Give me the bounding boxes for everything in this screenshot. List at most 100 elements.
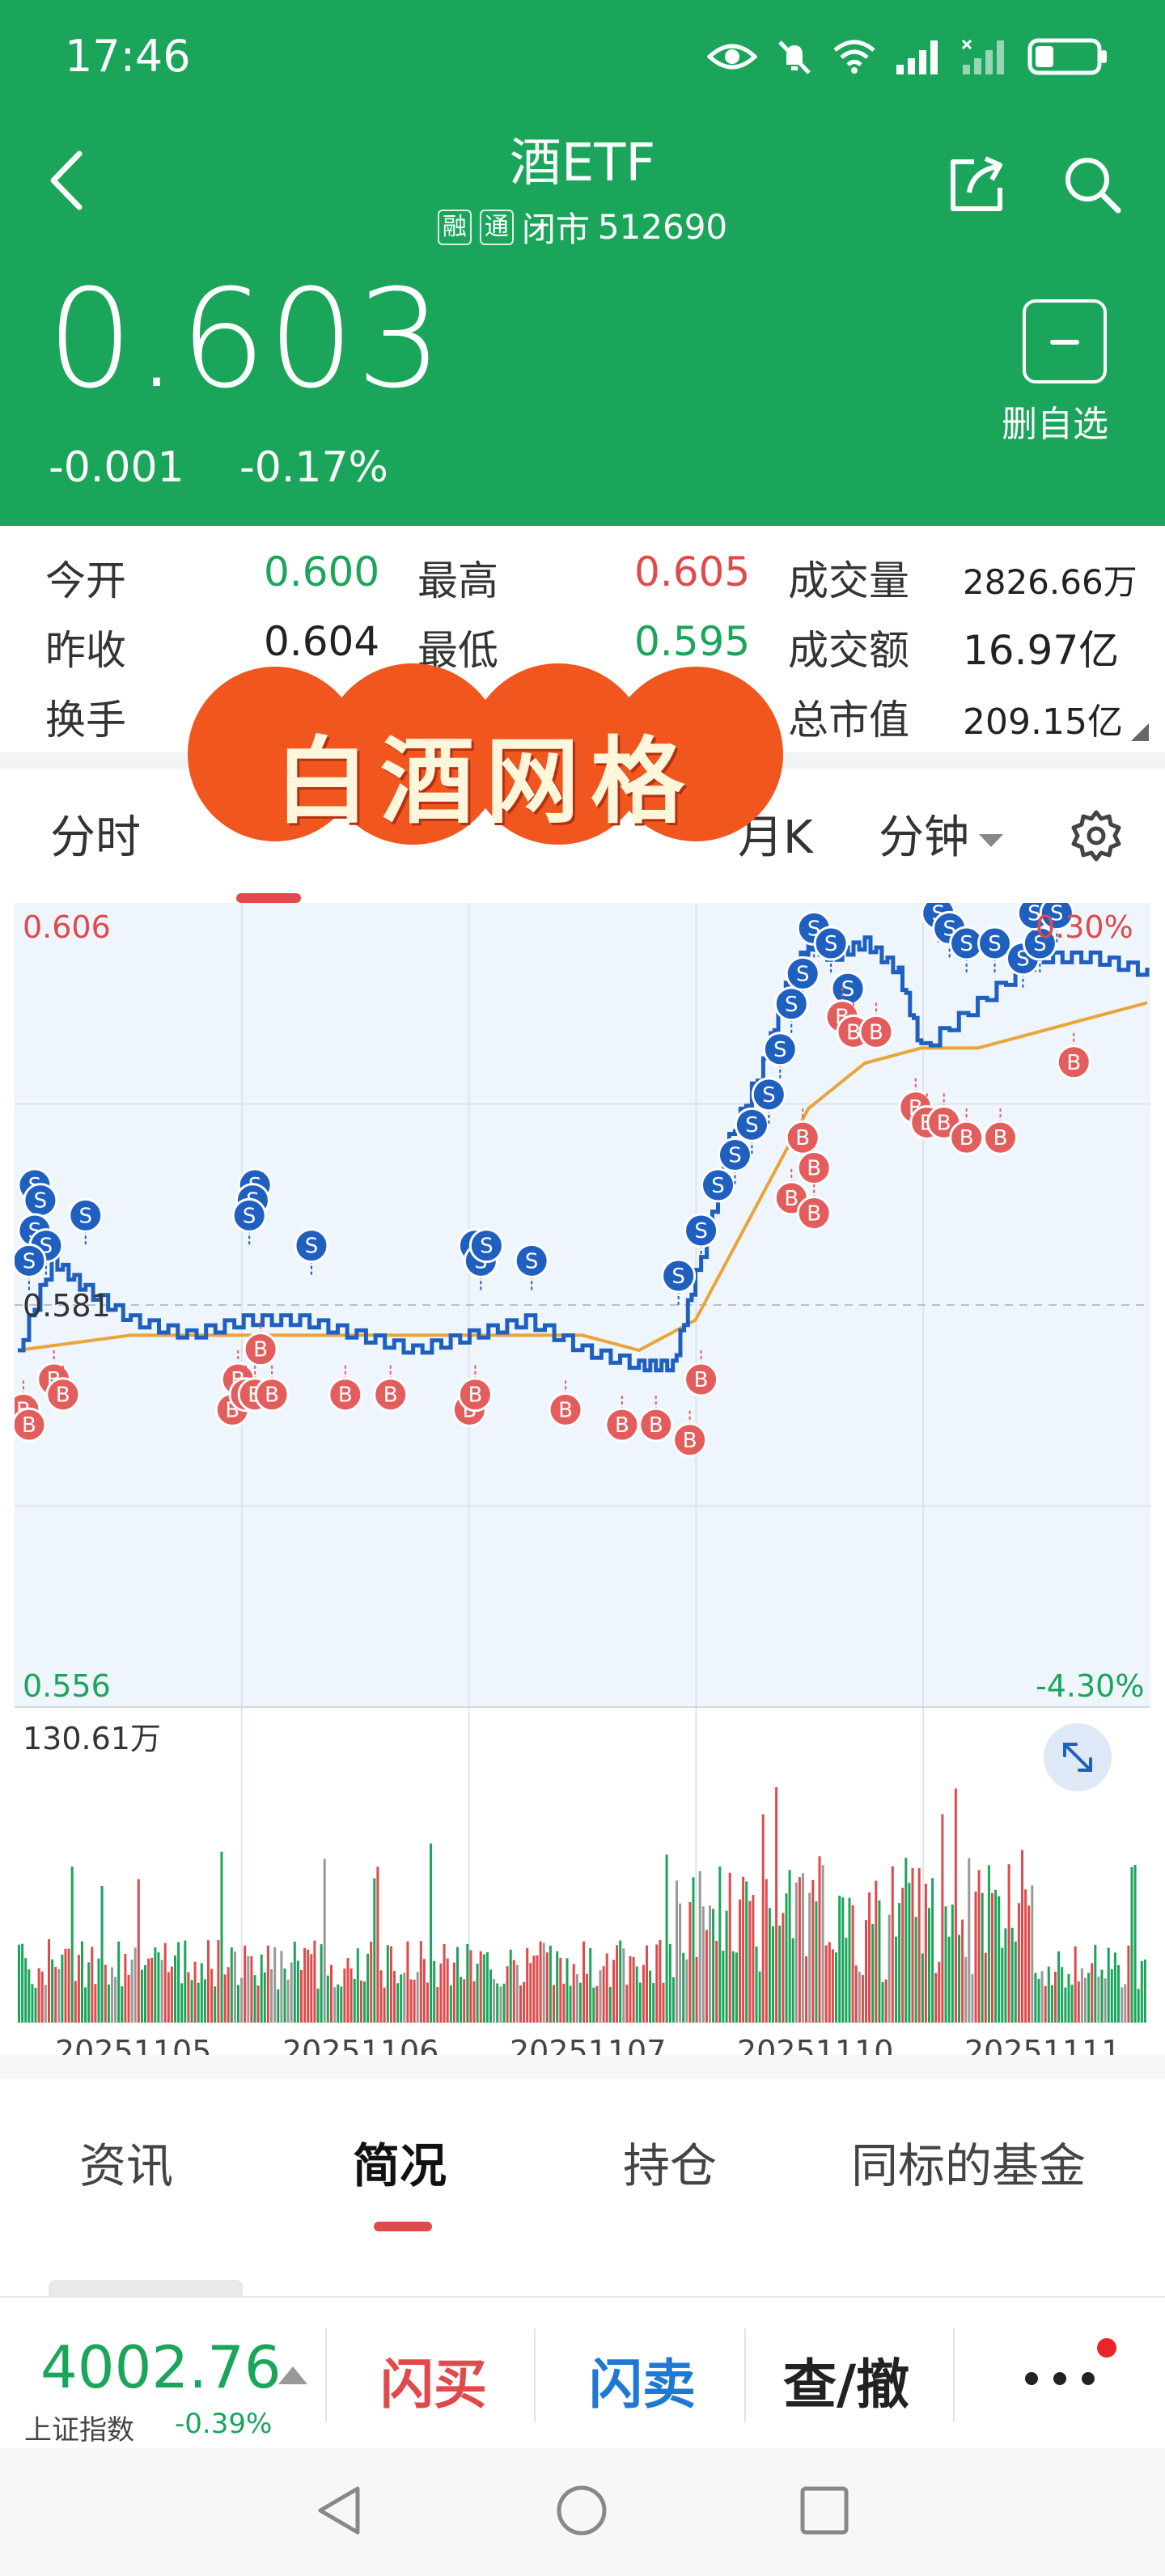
grid-strategy-banner: 白酒网格 xyxy=(170,657,801,851)
status-icons xyxy=(707,32,1108,81)
tab-holdings[interactable]: 持仓 xyxy=(623,2128,717,2196)
search-icon[interactable] xyxy=(1060,152,1125,217)
volume-bar xyxy=(629,1955,632,2023)
quick-buy-button[interactable]: 闪买 xyxy=(380,2341,487,2419)
tab-minute[interactable]: 分钟 xyxy=(879,801,1003,866)
volume-bar xyxy=(582,1941,585,2023)
volume-bar xyxy=(230,1947,233,2023)
tab-overview[interactable]: 简况 xyxy=(353,2128,447,2196)
volume-bar xyxy=(1100,1969,1104,2023)
query-cancel-button[interactable]: 查/撤 xyxy=(783,2341,909,2419)
volume-bar xyxy=(44,1985,47,2023)
tab-same-index-funds[interactable]: 同标的基金 xyxy=(851,2128,1086,2196)
volume-bar xyxy=(210,1968,214,2023)
volume-bar xyxy=(586,1973,589,2023)
volume-bar xyxy=(605,1953,608,2023)
volume-bar xyxy=(1061,1967,1064,2023)
volume-bar xyxy=(928,1908,930,2023)
tab-intraday[interactable]: 分时 xyxy=(50,801,141,866)
volume-bar xyxy=(456,1947,459,2023)
volume-bar xyxy=(622,1948,625,2023)
volume-bar xyxy=(28,1969,31,2023)
volume-bar xyxy=(944,1906,947,2023)
volume-bar xyxy=(616,1945,619,2023)
remove-favorite-button[interactable] xyxy=(1023,299,1107,383)
volume-bar xyxy=(1064,1987,1067,2023)
volume-bar xyxy=(765,1879,768,2023)
volume-bar xyxy=(48,1938,50,2023)
volume-bar xyxy=(1094,1944,1097,2023)
volume-bar xyxy=(1050,1985,1053,2023)
expand-quotes-icon[interactable] xyxy=(1131,723,1149,741)
volume-bar xyxy=(416,1972,419,2023)
volume-bar xyxy=(111,1967,113,2023)
volume-bar xyxy=(608,1986,612,2023)
volume-bar xyxy=(84,1987,87,2023)
volume-bar xyxy=(739,1899,741,2023)
volume-bar xyxy=(865,1920,867,2023)
volume-bar xyxy=(556,1951,559,2023)
nav-home-icon[interactable] xyxy=(553,2482,610,2539)
volume-bar xyxy=(57,1968,61,2023)
volume-bar xyxy=(728,1872,731,2023)
volume-bar xyxy=(104,1964,107,2023)
quick-sell-button[interactable]: 闪卖 xyxy=(589,2341,696,2419)
sell-marker-label: S xyxy=(243,1204,256,1228)
sell-marker-label: S xyxy=(773,1038,787,1062)
volume-bar xyxy=(359,1980,362,2023)
volume-bar xyxy=(649,1970,652,2023)
index-value[interactable]: 4002.76 xyxy=(40,2333,282,2401)
volume-bar xyxy=(463,1979,466,2023)
volume-bar xyxy=(958,1934,960,2023)
volume-max-label: 130.61万 xyxy=(23,1721,161,1756)
volume-bar xyxy=(469,1950,472,2023)
price-chart[interactable]: SSSSSSSSSSSSSSSSSSSSSSSSSSSSSSSSSSBBBBBB… xyxy=(15,903,1150,2039)
volume-bar xyxy=(124,1954,127,2023)
volume-bar xyxy=(679,1903,682,2023)
volume-bar xyxy=(472,1981,476,2023)
volume-bar xyxy=(731,1951,735,2023)
volume-bar xyxy=(1007,1864,1010,2023)
nav-back-icon[interactable] xyxy=(311,2482,367,2539)
volume-bar xyxy=(802,1873,804,2023)
volume-bar xyxy=(752,1895,755,2023)
volume-bar xyxy=(303,1947,307,2023)
volume-bar xyxy=(409,1979,413,2023)
sell-marker-label: S xyxy=(785,993,799,1017)
expand-icon[interactable] xyxy=(1044,1723,1112,1791)
volume-bar xyxy=(782,1913,785,2023)
share-icon[interactable] xyxy=(947,154,1008,215)
volume-bar xyxy=(403,1972,406,2023)
remove-favorite-label[interactable]: 删自选 xyxy=(1002,395,1108,447)
volume-bar xyxy=(559,1957,562,2023)
tab-news[interactable]: 资讯 xyxy=(79,2128,173,2196)
gear-icon[interactable] xyxy=(1068,807,1125,864)
volume-bar xyxy=(805,1956,808,2023)
banner-text: 白酒网格 xyxy=(275,727,696,837)
volume-bar xyxy=(174,1955,176,2023)
volume-bar xyxy=(40,1971,44,2023)
volume-bar xyxy=(1010,1927,1014,2023)
volume-bar xyxy=(709,1905,711,2023)
volume-bar xyxy=(811,1879,815,2023)
turnover-label: 换手 xyxy=(45,697,126,744)
sell-marker-label: S xyxy=(841,977,855,1002)
connect-tag: 通 xyxy=(479,209,514,245)
nav-recents-icon[interactable] xyxy=(798,2484,851,2537)
more-icon[interactable] xyxy=(1023,2371,1096,2387)
volume-bar xyxy=(107,1984,110,2023)
volume-bar xyxy=(1140,1961,1143,2023)
volume-bar xyxy=(685,1959,688,2023)
volume-bar xyxy=(1004,1928,1007,2023)
volume-bar xyxy=(901,1888,904,2023)
volume-bar xyxy=(977,1870,981,2023)
volume-bar xyxy=(64,1948,67,2023)
volume-bar xyxy=(698,1871,701,2023)
volume-bar xyxy=(748,1900,752,2023)
volume-bar xyxy=(701,1906,705,2023)
sell-marker-label: S xyxy=(525,1249,539,1273)
buy-marker-label: B xyxy=(22,1413,36,1438)
volume-bar xyxy=(263,1972,266,2023)
volume-bar xyxy=(203,1979,206,2023)
index-name[interactable]: 上证指数 xyxy=(24,2408,134,2447)
